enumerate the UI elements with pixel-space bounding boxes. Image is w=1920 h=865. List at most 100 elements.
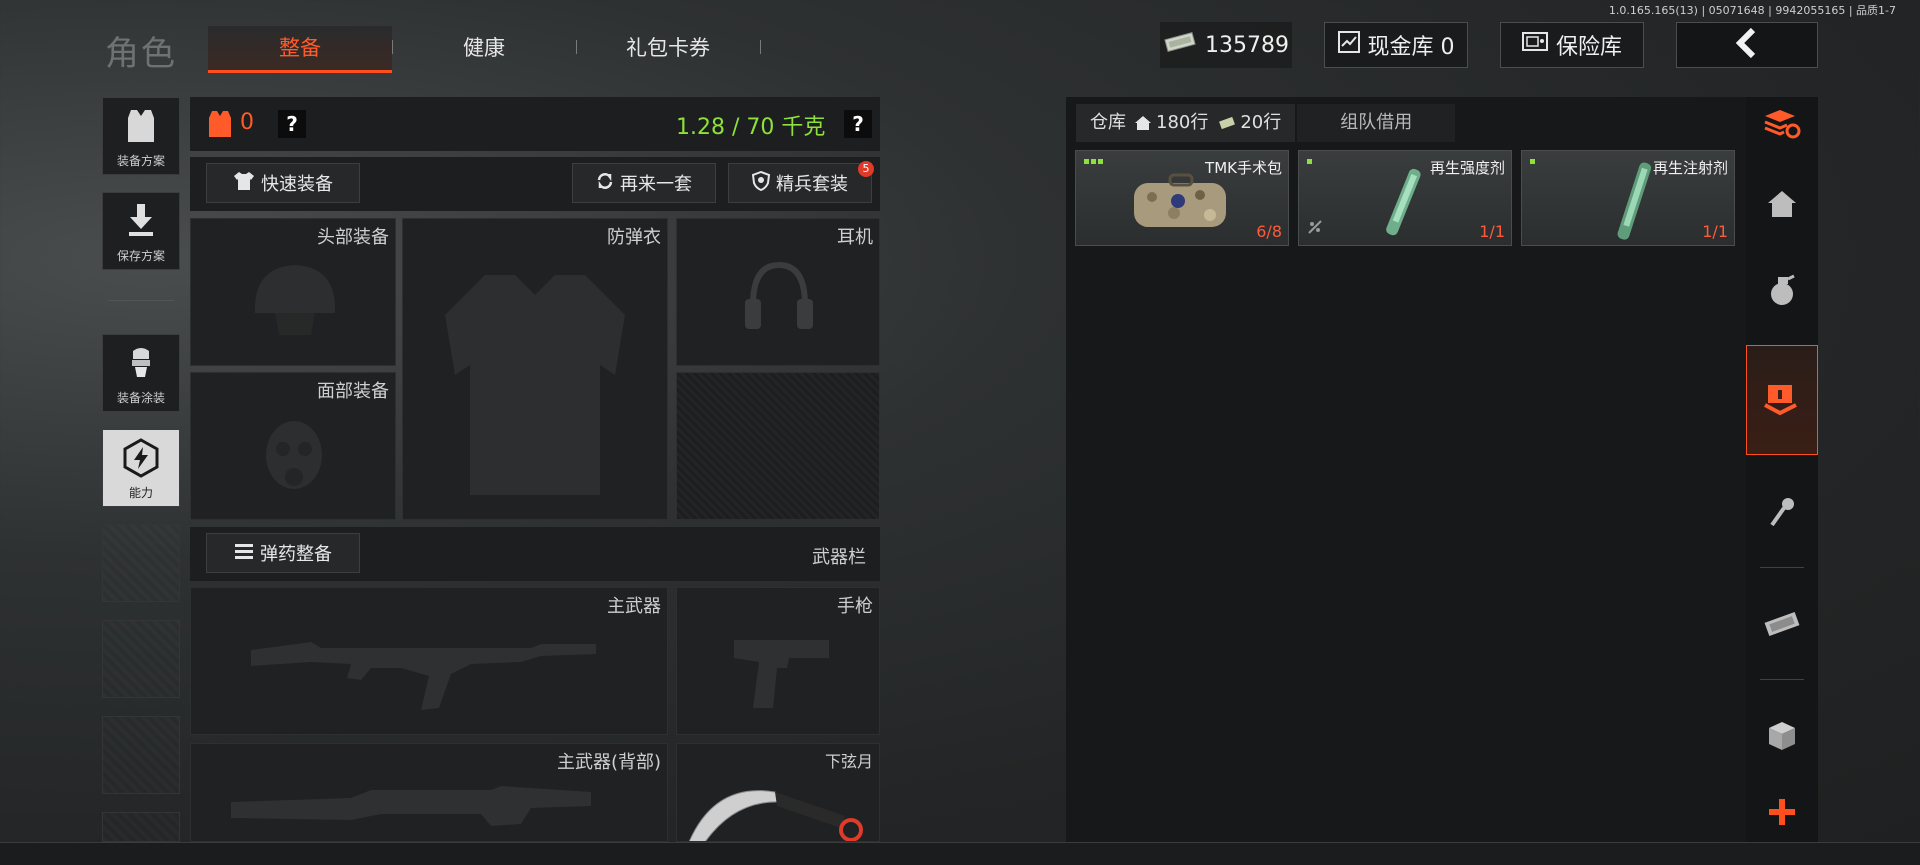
rarity-dots — [1530, 159, 1535, 164]
refresh-stack-icon — [1764, 110, 1801, 139]
again-set-button[interactable]: 再来一套 — [572, 163, 716, 203]
category-crate[interactable] — [1746, 345, 1818, 455]
item-name: 再生强度剂 — [1429, 159, 1505, 177]
tab-team-borrow[interactable]: 组队借用 — [1297, 104, 1456, 142]
item-name: TMK手术包 — [1205, 159, 1282, 177]
elite-set-label: 精兵套装 — [776, 174, 848, 195]
equipment-skin-label: 装备涂装 — [116, 391, 165, 405]
tab-gift-cards[interactable]: 礼包卡券 — [576, 26, 760, 70]
right-bar-divider — [1760, 567, 1804, 568]
face-slot[interactable]: 面部装备 — [190, 372, 396, 520]
loadout-status-bar: 0 ? 1.28 / 70 千克 ? — [190, 97, 880, 151]
safe-icon — [1521, 31, 1548, 59]
ability-label: 能力 — [128, 486, 153, 500]
ammo-icon — [234, 542, 254, 565]
warehouse-tabs: 仓库 180行 20行 组队借用 — [1076, 104, 1456, 142]
rifle-back-icon — [231, 786, 591, 826]
inventory-item[interactable]: 再生强度剂 1/1 — [1298, 150, 1512, 246]
weapon-bar-label: 武器栏 — [812, 547, 866, 568]
vault-chart-icon — [1337, 31, 1360, 59]
back-arrow-icon — [1731, 27, 1763, 63]
bottom-strip — [0, 842, 1920, 865]
injector-icon — [1617, 162, 1652, 240]
cash-vault-label: 现金库 0 — [1367, 35, 1455, 60]
plus-icon — [1769, 799, 1795, 825]
ability-button[interactable]: 能力 — [102, 429, 180, 507]
loadout-plan-label: 装备方案 — [116, 154, 165, 168]
karambit-icon — [688, 790, 863, 841]
key-icon — [1770, 498, 1794, 527]
head-slot[interactable]: 头部装备 — [190, 218, 396, 366]
cash-vault-button[interactable]: 现金库 0 — [1324, 22, 1468, 68]
face-slot-label: 面部装备 — [317, 381, 389, 402]
vest-slot[interactable]: 防弹衣 — [402, 218, 668, 520]
armor-count: 0 — [240, 110, 254, 135]
earphone-slot-label: 耳机 — [837, 227, 873, 248]
safe-box-label: 保险库 — [1555, 35, 1622, 60]
item-count: 1/1 — [1702, 222, 1728, 241]
empty-slot — [102, 620, 180, 698]
save-plan-button[interactable]: 保存方案 — [102, 192, 180, 270]
help-button[interactable]: ? — [278, 110, 306, 138]
save-plan-label: 保存方案 — [116, 249, 165, 263]
tab-equip[interactable]: 整备 — [208, 26, 392, 73]
back-button[interactable] — [1676, 22, 1818, 68]
warehouse-label: 仓库 — [1090, 112, 1126, 133]
category-boxes[interactable] — [1746, 700, 1818, 772]
loadout-plan-button[interactable]: 装备方案 — [102, 97, 180, 175]
category-home[interactable] — [1746, 168, 1818, 240]
primary-weapon-slot[interactable]: 主武器 — [190, 587, 668, 735]
rifle-icon — [251, 642, 596, 710]
shield-icon — [751, 170, 771, 196]
primary-back-label: 主武器(背部) — [556, 752, 661, 773]
gas-mask-icon — [266, 421, 322, 489]
again-set-label: 再来一套 — [620, 174, 692, 195]
ammo-prep-label: 弹药整备 — [260, 544, 332, 565]
tab-warehouse[interactable]: 仓库 180行 20行 — [1076, 104, 1296, 142]
tab-health[interactable]: 健康 — [392, 26, 576, 70]
money-display: 135789 — [1160, 22, 1292, 68]
empty-slot — [102, 716, 180, 794]
headset-icon — [745, 261, 813, 329]
category-cash[interactable] — [1746, 588, 1818, 660]
rarity-dots — [1307, 159, 1312, 164]
shirt-icon — [233, 171, 255, 196]
weight-help-button[interactable]: ? — [844, 110, 872, 138]
primary-back-slot[interactable]: 主武器(背部) — [190, 743, 668, 842]
primary-weapon-label: 主武器 — [607, 596, 661, 617]
inventory-item[interactable]: 再生注射剂 1/1 — [1521, 150, 1735, 246]
category-throwables[interactable] — [1746, 254, 1818, 326]
inventory-item[interactable]: TMK手术包 6/8 — [1075, 150, 1289, 246]
vest-icon — [128, 110, 154, 142]
refresh-icon — [596, 172, 614, 195]
category-keys[interactable] — [1746, 476, 1818, 548]
equipment-skin-button[interactable]: 装备涂装 — [102, 334, 180, 412]
syringe-icon — [1386, 168, 1421, 236]
medkit-bag-icon — [1134, 173, 1226, 227]
sort-refresh-button[interactable] — [1746, 88, 1818, 160]
page-title: 角色 — [105, 34, 177, 74]
add-category-button[interactable] — [1746, 782, 1818, 842]
ammo-prep-button[interactable]: 弹药整备 — [206, 533, 360, 573]
grenade-icon — [1771, 274, 1795, 305]
version-text: 1.0.165.165(13) | 05071648 | 9942055165 … — [1608, 4, 1896, 17]
pistol-slot[interactable]: 手枪 — [676, 587, 880, 735]
quick-equip-button[interactable]: 快速装备 — [206, 163, 360, 203]
head-slot-label: 头部装备 — [317, 227, 389, 248]
elite-set-button[interactable]: 精兵套装 — [728, 163, 872, 203]
home-small-icon — [1134, 115, 1152, 131]
melee-slot[interactable]: 下弦月 — [676, 743, 880, 842]
ability-icon — [123, 438, 159, 478]
cash-small-icon — [1218, 116, 1236, 130]
money-value: 135789 — [1205, 32, 1289, 58]
item-name: 再生注射剂 — [1652, 159, 1728, 177]
vest-slot-label: 防弹衣 — [607, 227, 661, 248]
crate-arrow-icon — [1764, 385, 1797, 416]
no-carry-icon — [1307, 219, 1323, 239]
left-divider — [108, 300, 174, 301]
right-bar-divider — [1760, 679, 1804, 680]
melee-slot-label: 下弦月 — [824, 752, 873, 771]
locked-slot — [676, 372, 880, 520]
safe-box-button[interactable]: 保险库 — [1500, 22, 1644, 68]
earphone-slot[interactable]: 耳机 — [676, 218, 880, 366]
